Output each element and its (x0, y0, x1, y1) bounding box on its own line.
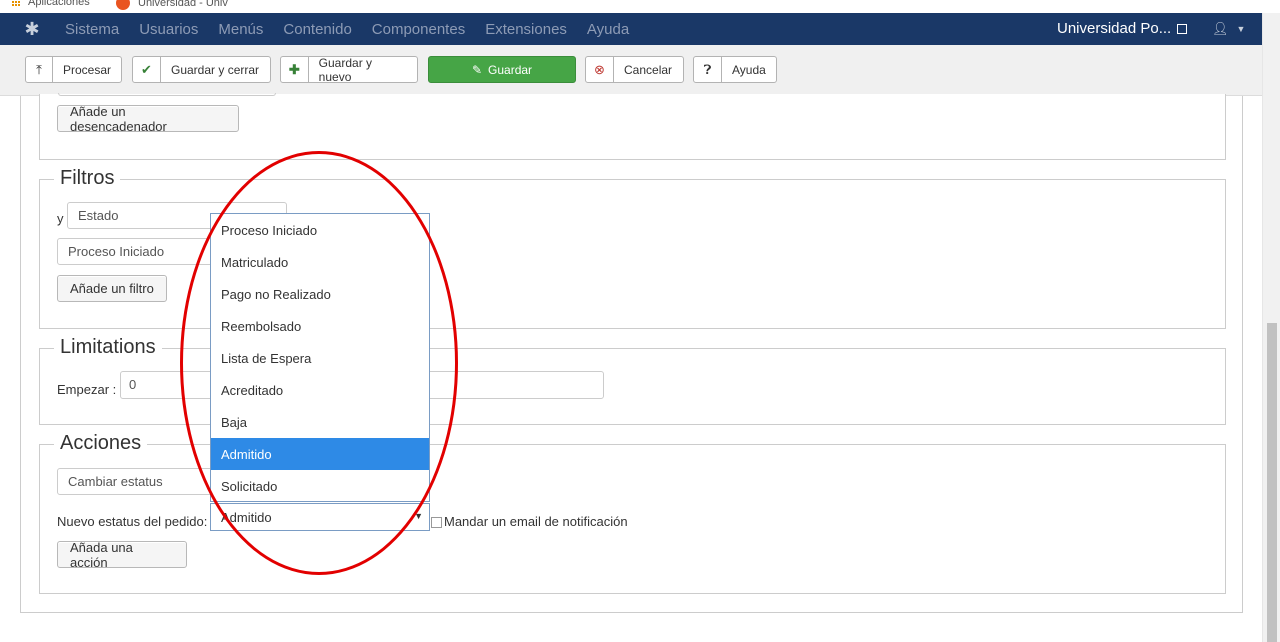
rule-form: Añade un desencadenador Filtros y Estado… (20, 93, 1243, 613)
help-label: Ayuda (732, 62, 766, 77)
menu-sistema[interactable]: Sistema (65, 21, 119, 38)
menu-extensiones[interactable]: Extensiones (485, 21, 567, 38)
filter-field-value: Estado (78, 208, 119, 223)
cancel-label: Cancelar (624, 62, 673, 77)
add-action-label: Añada una acción (70, 539, 133, 570)
bookmark-universidad[interactable]: Universidad - Univ (116, 0, 228, 10)
edit-icon: ✎ (471, 62, 483, 77)
save-label: Guardar (488, 62, 533, 77)
external-link-icon (1177, 23, 1188, 34)
joomla-logo-icon[interactable]: ✱ (22, 19, 42, 39)
dropdown-option[interactable]: Pago no Realizado (211, 278, 429, 310)
notify-email-label: Mandar un email de notificación (444, 514, 628, 529)
add-filter-button[interactable]: Añade un filtro (57, 275, 167, 302)
bookmark-apps[interactable]: Aplicaciones (12, 0, 90, 8)
actions-legend: Acciones (54, 432, 148, 455)
site-name: Universidad Po... (1057, 20, 1172, 37)
chevron-down-icon: ▼ (414, 511, 423, 521)
start-value: 0 (129, 377, 137, 392)
dropdown-option[interactable]: Lista de Espera (211, 342, 429, 374)
filter-conjunction: y (57, 211, 64, 226)
plus-icon: ✚ (281, 57, 309, 82)
check-icon: ✔ (133, 57, 161, 82)
caret-down-icon: ▼ (1236, 24, 1246, 34)
dropdown-option-highlighted[interactable]: Admitido (211, 438, 429, 470)
notify-email-checkbox[interactable] (431, 517, 442, 528)
main-menu: Sistema Usuarios Menús Contenido Compone… (65, 13, 649, 45)
new-status-select[interactable]: Admitido ▼ (210, 503, 430, 531)
menu-contenido[interactable]: Contenido (283, 21, 351, 38)
dropdown-option[interactable]: Baja (211, 406, 429, 438)
dropdown-option[interactable]: Solicitado (211, 470, 429, 502)
triggers-fieldset: Añade un desencadenador (39, 93, 1226, 160)
filter-value-select[interactable]: Proceso Iniciado (57, 238, 217, 265)
menu-ayuda[interactable]: Ayuda (587, 21, 629, 38)
site-link[interactable]: Universidad Po... (1057, 20, 1188, 37)
menu-usuarios[interactable]: Usuarios (139, 21, 198, 38)
process-label: Procesar (62, 62, 111, 77)
save-new-button[interactable]: ✚ Guardar y nuevo (280, 55, 418, 84)
action-type-value: Cambiar estatus (68, 474, 163, 489)
dropdown-option[interactable]: Proceso Iniciado (211, 214, 429, 246)
start-label: Empezar : (57, 382, 117, 397)
save-close-label: Guardar y cerrar (171, 62, 260, 77)
question-circle-icon: ❓︎ (694, 57, 722, 82)
page-scrollbar[interactable] (1262, 13, 1280, 642)
add-filter-label: Añade un filtro (70, 281, 154, 296)
menu-componentes[interactable]: Componentes (372, 21, 465, 38)
bookmark-universidad-label: Universidad - Univ (138, 0, 228, 9)
previous-trigger-control (58, 93, 276, 96)
bookmarks-bar: Aplicaciones Universidad - Univ (0, 0, 1280, 13)
add-action-button[interactable]: Añada una acción (57, 539, 187, 570)
admin-navbar: ✱ Sistema Usuarios Menús Contenido Compo… (0, 13, 1262, 45)
save-new-label: Guardar y nuevo (318, 55, 373, 84)
process-button[interactable]: ⤒ Procesar (25, 56, 122, 83)
save-button[interactable]: ✎ Guardar (428, 56, 576, 83)
filters-legend: Filtros (54, 167, 121, 190)
cancel-circle-icon: ⊗ (586, 57, 614, 82)
toolbar: ⤒ Procesar ✔ Guardar y cerrar ✚ Guardar … (0, 45, 1262, 96)
limitations-legend: Limitations (54, 336, 162, 359)
dropdown-option[interactable]: Reembolsado (211, 310, 429, 342)
save-close-button[interactable]: ✔ Guardar y cerrar (132, 56, 271, 83)
status-dropdown-list[interactable]: Proceso Iniciado Matriculado Pago no Rea… (210, 213, 430, 502)
new-status-value: Admitido (221, 509, 272, 525)
add-trigger-label: Añade un desencadenador (70, 103, 167, 134)
ubuntu-icon (116, 0, 130, 10)
new-status-label: Nuevo estatus del pedido: (57, 514, 208, 529)
apps-grid-icon (12, 0, 22, 7)
bookmark-apps-label: Aplicaciones (28, 0, 90, 8)
add-trigger-button[interactable]: Añade un desencadenador (57, 103, 239, 134)
user-icon: 👤︎ (1212, 21, 1229, 36)
scrollbar-thumb[interactable] (1267, 323, 1277, 642)
cancel-button[interactable]: ⊗ Cancelar (585, 56, 684, 83)
dropdown-option[interactable]: Acreditado (211, 374, 429, 406)
filter-value-selected: Proceso Iniciado (68, 244, 165, 259)
help-button[interactable]: ❓︎ Ayuda (693, 56, 777, 83)
upload-icon: ⤒ (26, 57, 53, 82)
action-type-select[interactable]: Cambiar estatus (57, 468, 217, 495)
dropdown-option[interactable]: Matriculado (211, 246, 429, 278)
user-menu[interactable]: 👤︎ ▼ (1212, 21, 1245, 37)
menu-menus[interactable]: Menús (218, 21, 263, 38)
